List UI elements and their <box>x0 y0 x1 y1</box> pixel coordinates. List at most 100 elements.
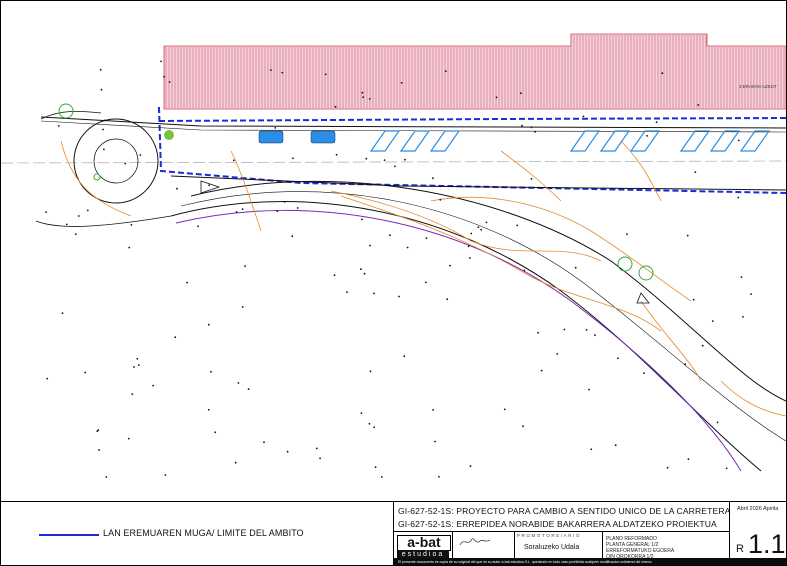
promoter-header: PROMOTORE/ARIO <box>517 533 582 538</box>
survey-point <box>263 441 265 444</box>
survey-point <box>160 60 163 63</box>
survey-point <box>163 75 166 78</box>
survey-point <box>594 334 596 337</box>
survey-point <box>585 329 588 331</box>
survey-point <box>701 344 704 347</box>
survey-point <box>383 159 386 162</box>
building-label: 3 ERAIKIN AZKOT <box>739 84 777 89</box>
survey-point <box>516 224 519 227</box>
survey-point <box>503 408 506 411</box>
survey-point <box>737 196 740 199</box>
survey-point <box>241 306 244 308</box>
survey-point <box>100 88 103 91</box>
survey-point <box>98 449 100 451</box>
legend-panel: LAN EREMUAREN MUGA/ LIMITE DEL AMBITO <box>1 501 393 565</box>
parking-space <box>709 130 741 152</box>
survey-point <box>469 465 472 468</box>
survey-point <box>666 466 669 469</box>
survey-point <box>61 312 64 315</box>
survey-point <box>207 408 210 411</box>
survey-point <box>292 157 294 160</box>
survey-point <box>152 384 155 387</box>
survey-point <box>45 211 47 214</box>
survey-point <box>687 458 690 461</box>
survey-point <box>136 357 139 360</box>
promoter-name: Soraluzeko Udala <box>524 544 580 551</box>
parking-space <box>429 130 461 152</box>
survey-point <box>495 96 498 99</box>
tree <box>617 256 633 272</box>
survey-point <box>124 162 127 165</box>
survey-point <box>469 257 471 259</box>
divider <box>729 502 730 558</box>
survey-point <box>360 268 362 271</box>
parking-space <box>569 130 601 152</box>
survey-point <box>232 159 235 162</box>
survey-point <box>363 272 366 275</box>
survey-point <box>590 448 593 451</box>
parking-space <box>399 130 431 152</box>
survey-point <box>697 104 700 106</box>
survey-point <box>99 68 102 71</box>
drawing-sheet: 3 ERAIKIN AZKOT LAN EREMUAREN MUGA/ LIMI… <box>0 0 787 566</box>
survey-point <box>534 130 536 133</box>
survey-point <box>373 292 375 295</box>
road-edge <box>170 175 786 191</box>
survey-point <box>296 207 299 209</box>
survey-point <box>96 430 99 432</box>
sheet-number: 1.1 <box>748 529 786 559</box>
survey-point <box>168 81 171 83</box>
survey-point <box>400 82 403 84</box>
survey-point <box>661 72 664 75</box>
survey-point <box>449 264 451 267</box>
survey-point <box>286 450 289 453</box>
survey-point <box>655 121 658 124</box>
survey-point <box>127 437 130 440</box>
survey-point <box>444 70 447 72</box>
parking-space <box>599 130 631 152</box>
roundabout-island <box>93 138 139 184</box>
traffic-arrow <box>636 292 650 304</box>
tree <box>164 130 174 140</box>
survey-point <box>234 461 237 464</box>
survey-point <box>439 198 442 201</box>
survey-point <box>425 237 428 240</box>
survey-point <box>186 281 189 284</box>
survey-point <box>197 225 200 228</box>
roundabout <box>73 118 159 204</box>
divider <box>602 531 603 558</box>
survey-point <box>369 370 372 373</box>
ramp-road <box>170 201 762 472</box>
survey-point <box>360 412 363 414</box>
survey-point <box>432 409 434 411</box>
survey-point <box>522 425 524 428</box>
survey-point <box>742 316 744 318</box>
survey-point <box>582 115 585 118</box>
survey-point <box>105 476 108 478</box>
survey-point <box>368 422 371 425</box>
tree <box>58 103 74 119</box>
survey-point <box>247 388 250 390</box>
survey-point <box>164 474 167 476</box>
survey-point <box>362 96 364 99</box>
survey-point <box>563 328 566 331</box>
survey-point <box>244 265 247 267</box>
survey-point <box>556 353 559 355</box>
revision-mark: R <box>736 543 744 555</box>
project-title-es: GI-627-52-1S: PROYECTO PARA CAMBIO A SEN… <box>398 506 731 516</box>
title-block: GI-627-52-1S: PROYECTO PARA CAMBIO A SEN… <box>393 501 786 565</box>
axis-line <box>1 160 786 164</box>
survey-point <box>130 224 133 226</box>
survey-point <box>324 73 327 76</box>
ramp-road-purple <box>175 209 742 472</box>
survey-point <box>281 71 284 74</box>
site-plan: 3 ERAIKIN AZKOT <box>1 33 786 478</box>
project-title-eu: GI-627-52-1S: ERREPIDEA NORABIDE BAKARRE… <box>398 519 717 529</box>
survey-point <box>725 467 728 470</box>
survey-point <box>467 245 470 248</box>
survey-point <box>398 295 400 298</box>
survey-point <box>368 98 371 100</box>
survey-point <box>103 119 106 122</box>
survey-point <box>346 291 348 293</box>
parked-car <box>258 130 284 144</box>
